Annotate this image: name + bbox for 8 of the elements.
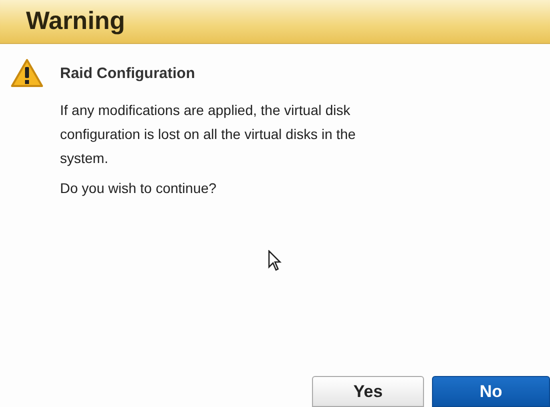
- dialog-heading: Raid Configuration: [60, 65, 196, 82]
- cursor-icon: [268, 250, 282, 272]
- dialog-button[interactable]: Yes: [312, 376, 424, 407]
- default-button[interactable]: No: [432, 376, 550, 407]
- window-title: Warning: [26, 7, 126, 36]
- confirm-question: Do you wish to continue?: [60, 180, 218, 196]
- warning-message: If any modifications are applied, the virtual disk configuration is lost on all the virtual disks in the system.: [60, 101, 357, 168]
- warning-icon: [10, 58, 44, 88]
